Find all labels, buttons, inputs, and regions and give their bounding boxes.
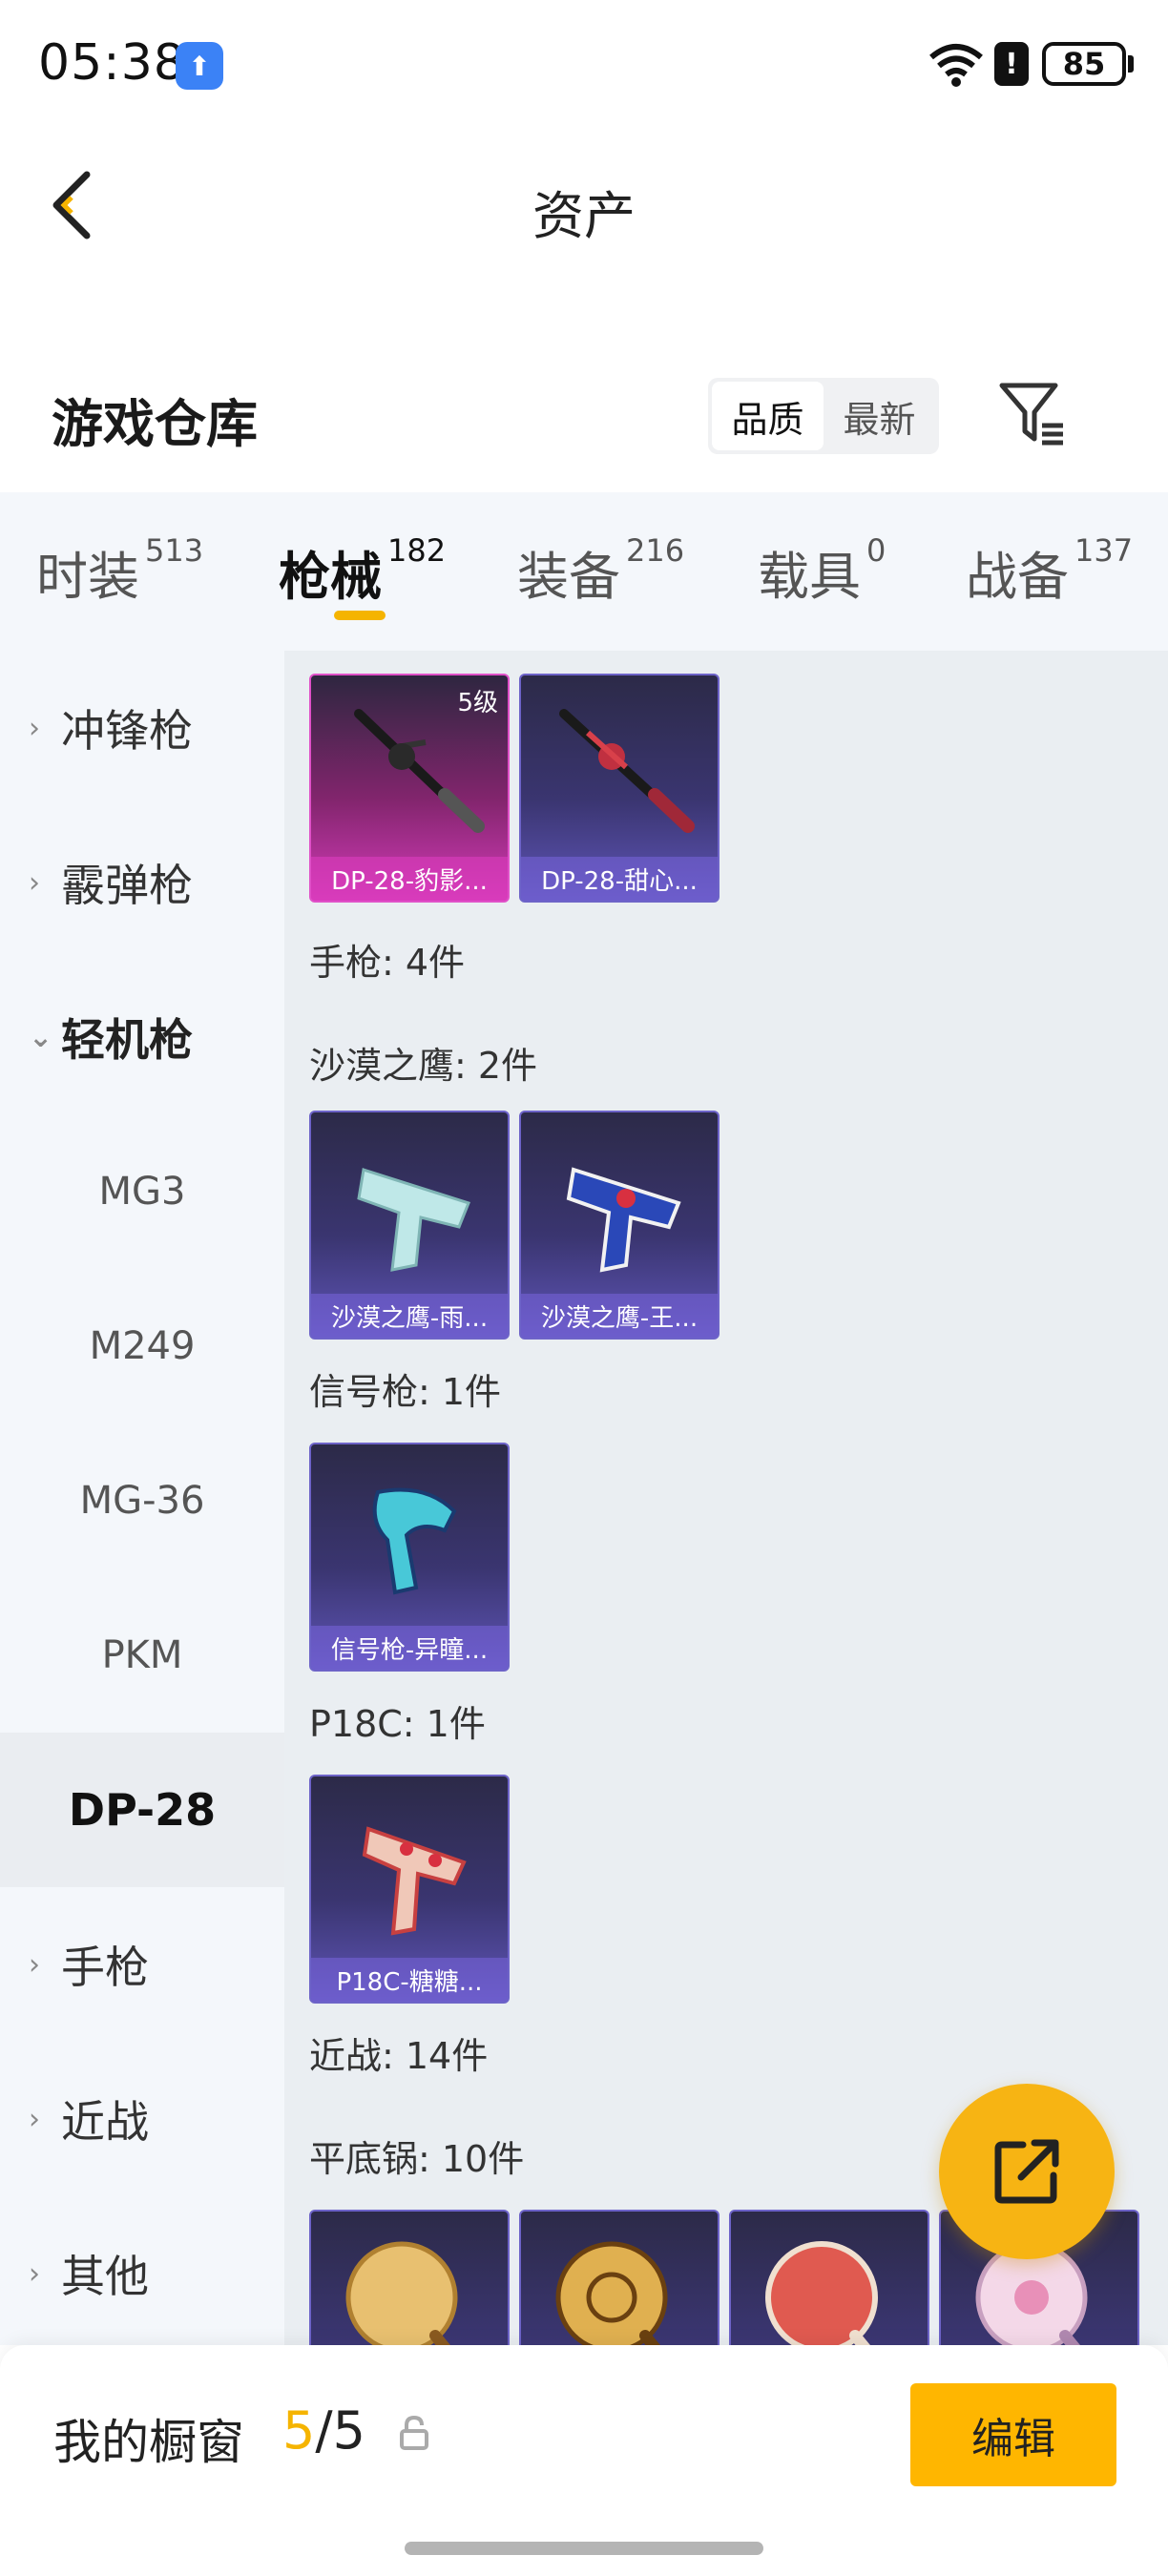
item-card[interactable]: 5级 DP-28-豹影... bbox=[309, 674, 510, 903]
chevron-down-icon: ⌄ bbox=[29, 1020, 53, 1054]
item-name: 沙漠之鹰-雨... bbox=[311, 1294, 508, 1338]
tab-count: 137 bbox=[1074, 532, 1134, 569]
tab-label: 载具 bbox=[758, 547, 861, 607]
tab-label: 枪械 bbox=[279, 547, 382, 607]
item-card[interactable] bbox=[309, 2210, 510, 2345]
tab-label: 时装 bbox=[36, 547, 139, 607]
tab-equipment[interactable]: 装备 216 bbox=[517, 532, 685, 610]
group-label-p18c: P18C: 1件 bbox=[309, 1703, 486, 1745]
tab-guns[interactable]: 枪械 182 bbox=[279, 532, 447, 610]
tab-count: 216 bbox=[626, 532, 685, 569]
sidebar-item-label: 近战 bbox=[61, 2096, 149, 2148]
share-external-icon bbox=[994, 2139, 1059, 2204]
tab-count: 0 bbox=[866, 532, 886, 569]
sidebar-item-label: 手枪 bbox=[61, 1942, 149, 1993]
sidebar-item-mg3[interactable]: MG3 bbox=[0, 1114, 284, 1269]
app-notification-icon: ⬆ bbox=[176, 42, 223, 90]
tab-label: 装备 bbox=[517, 547, 620, 607]
chevron-right-icon: › bbox=[29, 2102, 40, 2136]
rifle-icon bbox=[559, 709, 695, 833]
item-card[interactable]: P18C-糖糖... bbox=[309, 1775, 510, 2004]
tab-count: 182 bbox=[387, 532, 447, 569]
sidebar-item-pkm[interactable]: PKM bbox=[0, 1578, 284, 1733]
active-tab-indicator bbox=[334, 611, 386, 620]
sidebar-item-other[interactable]: › 其他 bbox=[0, 2196, 284, 2351]
item-card[interactable] bbox=[519, 2210, 720, 2345]
group-label-pan: 平底锅: 10件 bbox=[309, 2138, 525, 2180]
category-tabs: 时装 513 枪械 182 装备 216 载具 0 战备 137 bbox=[0, 492, 1168, 651]
chevron-right-icon: › bbox=[29, 865, 40, 900]
showcase-label: 我的橱窗 bbox=[53, 2415, 244, 2470]
item-name: DP-28-甜心... bbox=[521, 857, 718, 901]
group-label-melee: 近战: 14件 bbox=[309, 2035, 489, 2077]
sidebar-item-pistol[interactable]: › 手枪 bbox=[0, 1887, 284, 2042]
warehouse-title: 游戏仓库 bbox=[52, 394, 258, 454]
sort-newest-button[interactable]: 最新 bbox=[824, 382, 935, 450]
item-card[interactable] bbox=[729, 2210, 929, 2345]
tab-fashion[interactable]: 时装 513 bbox=[36, 532, 204, 610]
flare-gun-icon bbox=[372, 1487, 457, 1595]
pistol-icon bbox=[357, 1168, 470, 1272]
showcase-total: 5 bbox=[332, 2400, 365, 2461]
item-card[interactable]: 沙漠之鹰-雨... bbox=[309, 1111, 510, 1340]
sidebar-item-melee[interactable]: › 近战 bbox=[0, 2042, 284, 2196]
tab-label: 战备 bbox=[966, 547, 1069, 607]
pan-icon bbox=[345, 2241, 458, 2345]
sidebar-item-dp28[interactable]: DP-28 bbox=[0, 1733, 284, 1887]
item-card[interactable]: 信号枪-异瞳... bbox=[309, 1443, 510, 1672]
chevron-right-icon: › bbox=[29, 711, 40, 745]
item-name: DP-28-豹影... bbox=[311, 857, 508, 901]
level-badge: 5级 bbox=[457, 689, 498, 717]
sidebar-item-smg[interactable]: › 冲锋枪 bbox=[0, 651, 284, 805]
pan-icon bbox=[765, 2241, 878, 2345]
item-card[interactable]: 沙漠之鹰-王... bbox=[519, 1111, 720, 1340]
chevron-right-icon: › bbox=[29, 1947, 40, 1982]
tab-count: 513 bbox=[145, 532, 204, 569]
battery-indicator: 85 bbox=[1042, 42, 1134, 86]
sidebar-item-lmg[interactable]: ⌄ 轻机枪 bbox=[0, 960, 284, 1114]
item-card[interactable]: DP-28-甜心... bbox=[519, 674, 720, 903]
item-name: 沙漠之鹰-王... bbox=[521, 1294, 718, 1338]
sidebar-item-label: 霰弹枪 bbox=[61, 860, 193, 911]
sidebar-item-m249[interactable]: M249 bbox=[0, 1269, 284, 1423]
filter-icon[interactable] bbox=[998, 380, 1067, 448]
alert-icon: ! bbox=[994, 42, 1029, 86]
wifi-icon bbox=[929, 44, 983, 87]
sort-toggle: 品质 最新 bbox=[708, 378, 939, 454]
lock-icon bbox=[400, 2415, 428, 2450]
group-label-deagle: 沙漠之鹰: 2件 bbox=[309, 1045, 538, 1087]
sort-quality-button[interactable]: 品质 bbox=[712, 382, 824, 450]
sidebar-item-label: 轻机枪 bbox=[61, 1014, 193, 1066]
home-indicator[interactable] bbox=[405, 2542, 763, 2555]
pan-icon bbox=[555, 2241, 668, 2345]
item-name: 信号枪-异瞳... bbox=[311, 1626, 508, 1670]
group-label-flare: 信号枪: 1件 bbox=[309, 1371, 502, 1413]
sidebar-item-label: 其他 bbox=[61, 2251, 149, 2302]
item-name: P18C-糖糖... bbox=[311, 1958, 508, 2002]
tab-vehicles[interactable]: 载具 0 bbox=[758, 532, 886, 610]
page-title: 资产 bbox=[532, 186, 636, 246]
sidebar-item-label: 冲锋枪 bbox=[61, 705, 193, 757]
weapon-category-sidebar: › 冲锋枪 › 霰弹枪 ⌄ 轻机枪 MG3 M249 MG-36 PKM DP-28 … bbox=[0, 651, 284, 2345]
tab-combat-gear[interactable]: 战备 137 bbox=[966, 532, 1134, 610]
status-time: 05:38 bbox=[38, 34, 186, 92]
chevron-right-icon: › bbox=[29, 2256, 40, 2291]
pistol-icon bbox=[362, 1826, 467, 1936]
showcase-count: 5/5 bbox=[282, 2400, 365, 2461]
showcase-current: 5 bbox=[282, 2400, 316, 2461]
sidebar-item-shotgun[interactable]: › 霰弹枪 bbox=[0, 805, 284, 960]
edit-button[interactable]: 编辑 bbox=[910, 2383, 1116, 2486]
pistol-icon bbox=[566, 1167, 681, 1273]
sidebar-item-mg36[interactable]: MG-36 bbox=[0, 1423, 284, 1578]
share-button[interactable] bbox=[939, 2084, 1115, 2259]
showcase-separator: / bbox=[315, 2400, 333, 2461]
group-label-pistol: 手枪: 4件 bbox=[309, 942, 466, 984]
